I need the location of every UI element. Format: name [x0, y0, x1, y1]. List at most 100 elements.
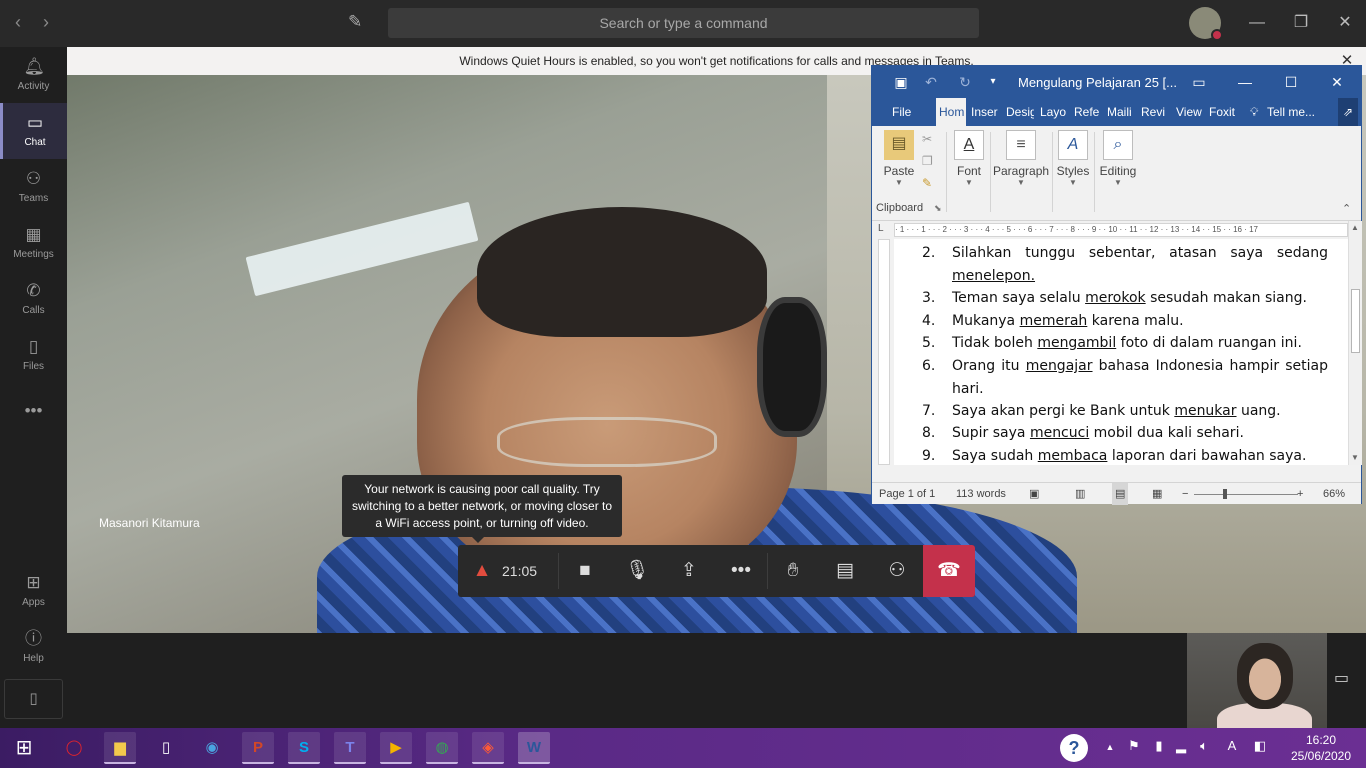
back-arrow-icon[interactable]: ‹ [8, 12, 28, 33]
call-controls-bar: ▲ 21:05 ■ 🎙︎ ⇪ ••• ✋︎ ▤ ⚇ ☎︎ [458, 545, 975, 597]
mobile-device-icon[interactable]: ▯ [4, 679, 63, 719]
raise-hand-icon[interactable]: ✋︎ [767, 545, 819, 597]
participants-icon[interactable]: ⚇ [871, 545, 923, 597]
zoom-out-icon[interactable]: − [1182, 483, 1188, 505]
close-icon[interactable]: ✕ [1330, 10, 1360, 36]
powerpoint-icon[interactable]: P [242, 732, 274, 764]
font-button[interactable]: A Font ▼ [952, 130, 986, 187]
rail-item-teams[interactable]: ⚇ Teams [0, 159, 67, 215]
paste-button[interactable]: ▤ Paste ▼ [880, 130, 918, 187]
dialog-launcher-icon[interactable]: ⬊ [934, 203, 942, 214]
word-count[interactable]: 113 words [956, 483, 1006, 505]
share-icon[interactable]: ⇗ [1338, 98, 1358, 126]
zoom-level[interactable]: 66% [1323, 483, 1345, 505]
tab-foxit[interactable]: Foxit [1209, 98, 1239, 126]
zoom-slider[interactable] [1194, 494, 1298, 495]
search-input[interactable]: Search or type a command [388, 8, 979, 38]
network-warning-icon[interactable]: ▲ [468, 545, 496, 597]
save-icon[interactable]: ▣ [890, 72, 912, 92]
chevron-down-icon: ▼ [1114, 178, 1122, 187]
taskbar-clock[interactable]: 16:20 25/06/2020 [1286, 732, 1356, 764]
security-icon[interactable]: ⚑ [1126, 738, 1142, 754]
zoom-slider-thumb[interactable] [1223, 489, 1227, 499]
tab-review[interactable]: Revi [1141, 98, 1169, 126]
rail-item-chat[interactable]: ▭ Chat [0, 103, 67, 159]
print-layout-icon[interactable]: ▤ [1112, 483, 1129, 505]
copy-icon[interactable]: ❐ [922, 154, 933, 168]
list-item: 2. Silahkan tunggu sebentar, atasan saya… [922, 242, 1328, 287]
screen-toggle-icon[interactable]: ▭ [1334, 668, 1349, 688]
format-painter-icon[interactable]: ✎ [922, 176, 932, 190]
network-icon[interactable]: ▂ [1173, 738, 1189, 754]
word-icon[interactable]: W [518, 732, 550, 764]
rail-item-help[interactable]: ⓘ Help [0, 619, 67, 675]
tab-layout[interactable]: Layo [1040, 98, 1068, 126]
restore-icon[interactable]: ❐ [1286, 10, 1316, 36]
file-explorer-icon[interactable]: ▆ [104, 732, 136, 764]
camera-icon[interactable]: ■ [559, 545, 611, 597]
rail-item-apps[interactable]: ⊞ Apps [0, 563, 67, 619]
notepad-icon[interactable]: ▯ [150, 732, 182, 764]
opera-icon[interactable]: ◯ [58, 732, 90, 764]
chrome-icon[interactable]: ◍ [426, 732, 458, 764]
tab-design[interactable]: Desig [1006, 98, 1034, 126]
undo-icon[interactable]: ↶ [920, 72, 942, 92]
close-icon[interactable]: ✕ [1326, 72, 1348, 92]
hang-up-icon[interactable]: ☎︎ [923, 545, 975, 597]
document-page[interactable]: 2. Silahkan tunggu sebentar, atasan saya… [894, 239, 1348, 465]
tab-mailings[interactable]: Maili [1107, 98, 1135, 126]
chat-icon[interactable]: ▤ [819, 545, 871, 597]
scroll-up-icon[interactable]: ▲ [1351, 223, 1359, 232]
rail-item-files[interactable]: ▯ Files [0, 327, 67, 383]
horizontal-ruler[interactable]: · 1 · · · 1 · · · 2 · · · 3 · · · 4 · · … [894, 223, 1348, 237]
tab-home[interactable]: Hom [936, 98, 966, 126]
cut-icon[interactable]: ✂︎ [922, 132, 932, 146]
tab-insert[interactable]: Inser [971, 98, 1001, 126]
tab-references[interactable]: Refe [1074, 98, 1102, 126]
page-count[interactable]: Page 1 of 1 [879, 483, 935, 505]
ribbon-display-options-icon[interactable]: ▭ [1188, 72, 1210, 92]
share-screen-icon[interactable]: ⇪ [663, 545, 715, 597]
forward-arrow-icon[interactable]: › [36, 12, 56, 33]
notification-icon[interactable]: ◧ [1252, 738, 1268, 754]
editing-button[interactable]: ⌕ Editing ▼ [1097, 130, 1139, 187]
teams-icon[interactable]: T [334, 732, 366, 764]
more-apps-button[interactable]: ••• [0, 391, 67, 431]
self-video-preview[interactable] [1187, 633, 1327, 728]
input-language-icon[interactable]: A [1224, 738, 1240, 753]
acrobat-icon[interactable]: ◈ [472, 732, 504, 764]
rail-item-meetings[interactable]: ▦ Meetings [0, 215, 67, 271]
zoom-icon[interactable]: ◉ [196, 732, 228, 764]
web-layout-icon[interactable]: ▦ [1152, 483, 1162, 505]
styles-button[interactable]: A Styles ▼ [1056, 130, 1090, 187]
skype-icon[interactable]: S [288, 732, 320, 764]
media-player-icon[interactable]: ▶ [380, 732, 412, 764]
minimize-icon[interactable]: — [1242, 10, 1272, 36]
tab-view[interactable]: View [1176, 98, 1204, 126]
show-hidden-icons-icon[interactable]: ▲ [1102, 742, 1118, 752]
scroll-down-icon[interactable]: ▼ [1351, 453, 1359, 462]
redo-icon[interactable]: ↻ [954, 72, 976, 92]
collapse-ribbon-icon[interactable]: ⌃ [1342, 202, 1351, 215]
zoom-in-icon[interactable]: + [1297, 483, 1303, 505]
microphone-icon[interactable]: 🎙︎ [611, 545, 663, 597]
more-actions-icon[interactable]: ••• [715, 545, 767, 597]
tell-me-box[interactable]: Tell me... [1267, 98, 1333, 126]
vertical-scrollbar[interactable]: ▲ ▼ [1348, 221, 1362, 465]
paragraph-button[interactable]: ≡ Paragraph ▼ [993, 130, 1049, 187]
battery-icon[interactable]: ▮ [1151, 738, 1167, 754]
proofing-icon[interactable]: ▣ [1029, 483, 1039, 505]
volume-icon[interactable]: 🔈︎ [1196, 738, 1212, 754]
read-mode-icon[interactable]: ▥ [1075, 483, 1085, 505]
scrollbar-thumb[interactable] [1351, 289, 1360, 353]
rail-item-calls[interactable]: ✆ Calls [0, 271, 67, 327]
customize-toolbar-icon[interactable]: ▾ [982, 72, 1004, 92]
help-icon[interactable]: ? [1060, 734, 1088, 762]
rail-item-activity[interactable]: 🔔︎ Activity [0, 47, 67, 103]
tab-file[interactable]: File [892, 98, 916, 126]
compose-icon[interactable]: ✎ [348, 12, 370, 34]
tab-selector-icon[interactable]: L [878, 223, 884, 234]
minimize-icon[interactable]: — [1234, 72, 1256, 92]
maximize-icon[interactable]: ☐ [1280, 72, 1302, 92]
start-icon[interactable]: ⊞ [8, 732, 40, 764]
